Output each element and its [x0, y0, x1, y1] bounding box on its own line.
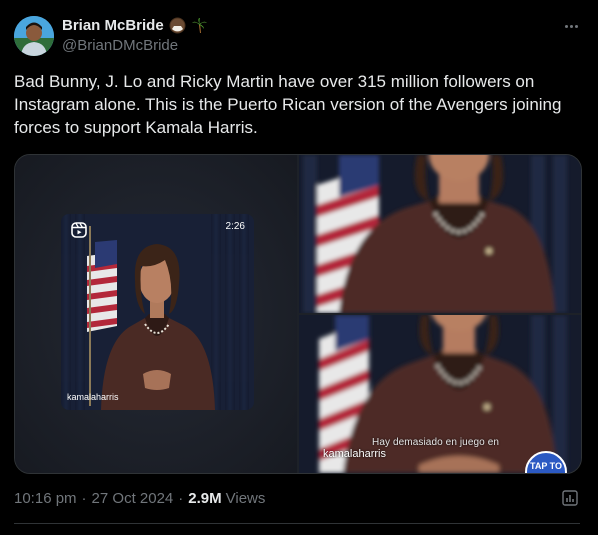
tweet-text: Bad Bunny, J. Lo and Ricky Martin have o… — [14, 72, 562, 137]
tweet-meta: 10:16 pm · 27 Oct 2024 · 2.9M Views — [14, 490, 265, 508]
reels-icon — [71, 222, 87, 238]
avatar[interactable] — [14, 16, 54, 56]
video-caption: Hay demasiado en juego en — [372, 437, 500, 448]
tweet-time[interactable]: 10:16 pm — [14, 490, 77, 508]
display-name-text: Brian McBride — [62, 17, 164, 34]
analytics-icon[interactable] — [561, 489, 579, 507]
reel-duration: 2:26 — [225, 221, 245, 232]
more-options-icon[interactable] — [560, 16, 582, 36]
tweet: Brian McBride @BrianDMcBride Bad Bunny, … — [0, 0, 598, 535]
video-username: kamalaharris — [323, 448, 386, 460]
tweet-date[interactable]: 27 Oct 2024 — [92, 490, 174, 508]
palm-tree-icon — [191, 17, 208, 34]
user-handle[interactable]: @BrianDMcBride — [62, 37, 178, 55]
meta-separator: · — [178, 490, 184, 507]
views-count: 2.9M — [188, 490, 222, 507]
tap-badge-text: TAP TO — [529, 461, 562, 471]
media-tile-closeup-top[interactable] — [299, 155, 581, 313]
reel-username: kamalaharris — [67, 392, 119, 402]
divider — [14, 523, 580, 524]
views-label: Views — [225, 490, 266, 507]
media-grid[interactable]: 2:26 kamalaharris Hay demasiado en juego… — [14, 154, 582, 474]
reel-preview[interactable]: 2:26 kamalaharris — [61, 214, 254, 410]
coconut-emoji-icon — [169, 17, 186, 34]
meta-separator: · — [81, 490, 87, 507]
media-tile-closeup-bottom[interactable]: Hay demasiado en juego en kamalaharris T… — [299, 315, 581, 473]
media-tile-reel[interactable]: 2:26 kamalaharris — [15, 155, 297, 473]
display-name[interactable]: Brian McBride — [62, 16, 208, 35]
